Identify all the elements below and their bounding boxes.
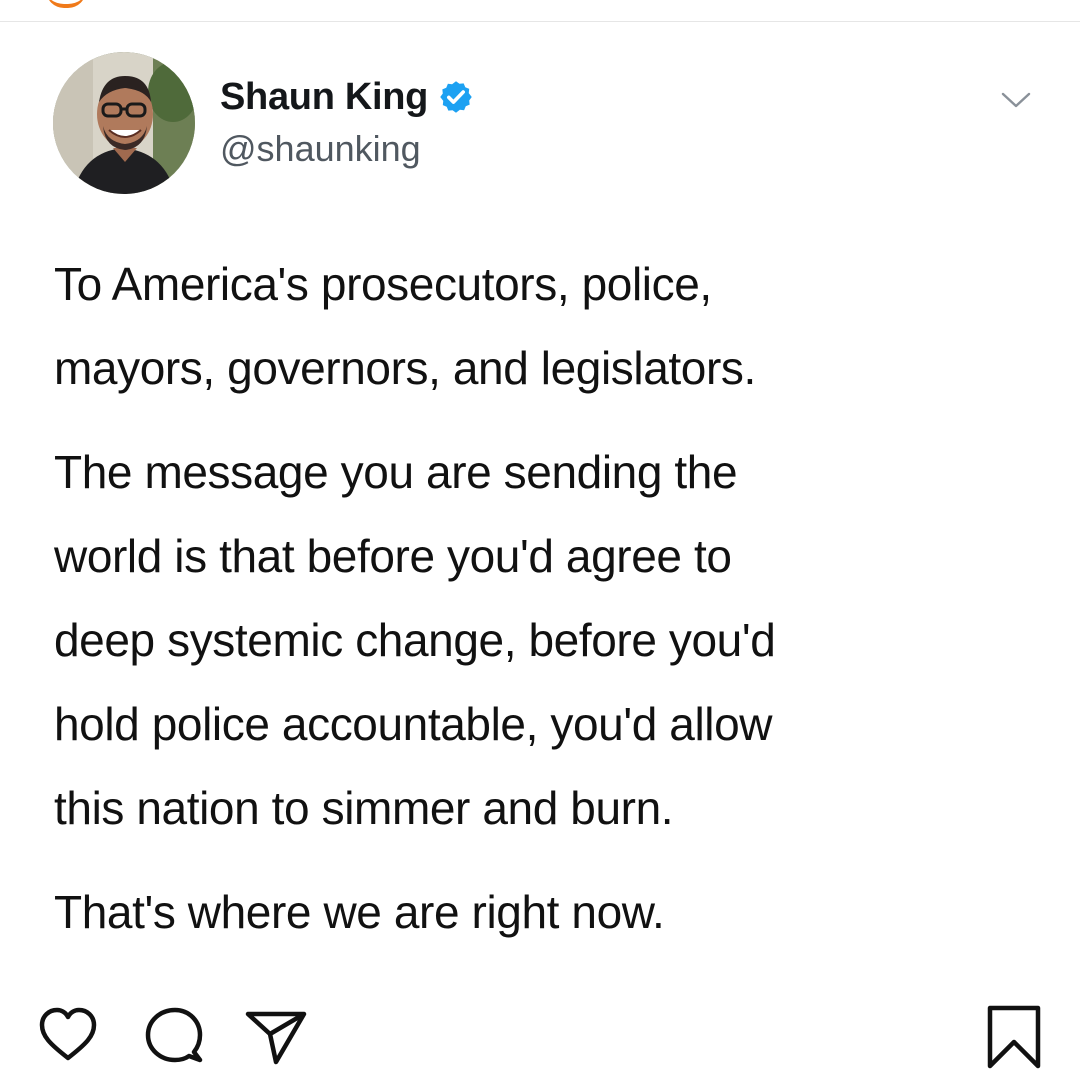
- send-icon[interactable]: [244, 1004, 308, 1068]
- tweet-line: mayors, governors, and legislators.: [54, 342, 756, 394]
- tweet-line: That's where we are right now.: [54, 886, 665, 938]
- bookmark-icon[interactable]: [984, 1004, 1044, 1070]
- tweet-line: To America's prosecutors, police,: [54, 258, 712, 310]
- tweet-paragraph: That's where we are right now.: [54, 870, 1044, 954]
- heart-icon[interactable]: [36, 1004, 100, 1068]
- author-handle[interactable]: @shaunking: [220, 128, 421, 170]
- tweet-screenshot-card: Shaun King @shaunking To America's prose…: [0, 22, 1080, 990]
- avatar[interactable]: [53, 52, 195, 194]
- chevron-down-icon[interactable]: [1000, 84, 1032, 116]
- tweet-line: this nation to simmer and burn.: [54, 782, 674, 834]
- post-action-bar: [0, 1000, 1080, 1076]
- author-name-row: Shaun King: [220, 75, 474, 119]
- comment-icon[interactable]: [142, 1004, 206, 1068]
- avatar-photo: [53, 52, 195, 194]
- tweet-line: The message you are sending the: [54, 446, 738, 498]
- tweet-text: To America's prosecutors, police, mayors…: [54, 242, 1044, 974]
- tweet-paragraph: To America's prosecutors, police, mayors…: [54, 242, 1044, 410]
- tweet-paragraph: The message you are sending the world is…: [54, 430, 1044, 850]
- tweet-line: deep systemic change, before you'd: [54, 614, 776, 666]
- tweet-line: hold police accountable, you'd allow: [54, 698, 773, 750]
- author-name[interactable]: Shaun King: [220, 76, 428, 119]
- verified-badge-icon: [440, 81, 472, 113]
- tweet-line: world is that before you'd agree to: [54, 530, 732, 582]
- story-ring-accent: [46, 0, 86, 8]
